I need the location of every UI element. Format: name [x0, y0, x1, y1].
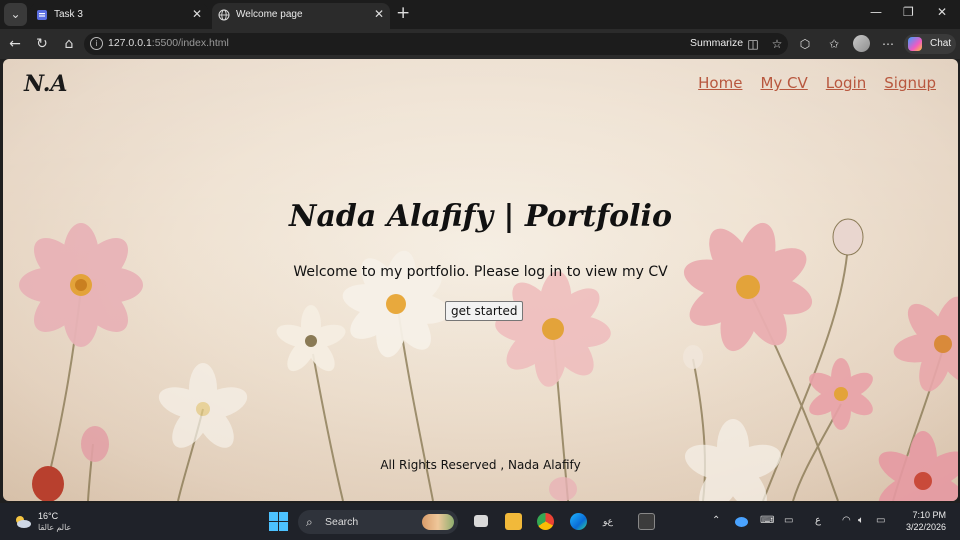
volume-icon[interactable]: 🔈︎: [858, 515, 864, 526]
chevron-down-icon: ⌄: [10, 7, 21, 21]
tab-label: Task 3: [54, 9, 83, 20]
copilot-icon: [908, 37, 922, 51]
wifi-icon[interactable]: ◠: [842, 515, 851, 526]
summarize-button[interactable]: Summarize: [690, 37, 743, 49]
chrome-icon[interactable]: [537, 513, 554, 530]
get-started-button[interactable]: get started: [445, 301, 524, 321]
clock-date: 3/22/2026: [905, 522, 946, 532]
new-tab-button[interactable]: +: [396, 4, 410, 22]
search-label: Search: [325, 516, 359, 528]
nav-link-login[interactable]: Login: [826, 74, 866, 92]
summarize-icon[interactable]: ◫: [745, 36, 761, 52]
document-icon: [37, 10, 47, 20]
tab-strip: ⌄ Task 3 ✕ Welcome page ✕ + — ❐ ✕: [0, 0, 960, 29]
home-icon[interactable]: ⌂: [60, 35, 78, 53]
nav-link-my-cv[interactable]: My CV: [760, 74, 807, 92]
app-cube-icon[interactable]: [638, 513, 655, 530]
weather-condition: عالم عالقا: [38, 523, 72, 532]
window-close-icon[interactable]: ✕: [937, 5, 947, 19]
more-options-icon[interactable]: ⋯: [880, 36, 896, 52]
close-icon[interactable]: ✕: [192, 7, 202, 21]
page-viewport: N.A Home My CV Login Signup Nada Alafify…: [3, 59, 958, 501]
address-bar[interactable]: i 127.0.0.1:5500/index.html: [84, 33, 788, 55]
globe-icon: [218, 9, 230, 21]
chat-label: Chat: [930, 38, 952, 49]
browser-toolbar: ← ↻ ⌂ i 127.0.0.1:5500/index.html Summar…: [0, 29, 960, 59]
start-button[interactable]: [269, 512, 288, 531]
welcome-text: Welcome to my portfolio. Please log in t…: [293, 264, 668, 280]
site-logo[interactable]: N.A: [24, 71, 67, 97]
cloudy-weather-icon: [16, 516, 31, 528]
search-icon: ⌕: [306, 515, 313, 529]
nav-link-home[interactable]: Home: [698, 74, 742, 92]
main-nav: Home My CV Login Signup: [698, 74, 936, 92]
tab-list-button[interactable]: ⌄: [4, 3, 27, 26]
battery-icon[interactable]: ▭: [876, 515, 885, 526]
cloud-sync-icon[interactable]: [735, 517, 748, 527]
url-text: 127.0.0.1:5500/index.html: [108, 37, 229, 49]
refresh-icon[interactable]: ↻: [33, 35, 51, 53]
display-icon[interactable]: ▭: [784, 515, 793, 526]
taskbar: 16°C عالم عالقا ⌕ Search ﻉﻮ ⌃ ⌨ ▭ ع ◠ 🔈︎…: [0, 503, 960, 540]
tab-label: Welcome page: [236, 9, 303, 20]
taskbar-search[interactable]: ⌕ Search: [298, 510, 458, 534]
footer-text: All Rights Reserved , Nada Alafify: [380, 458, 581, 472]
nav-link-signup[interactable]: Signup: [884, 74, 936, 92]
app-icon[interactable]: ﻉﻮ: [603, 513, 620, 530]
system-clock[interactable]: 7:10 PM 3/22/2026: [906, 510, 946, 532]
site-info-icon[interactable]: i: [90, 37, 103, 50]
weather-temperature: 16°C: [38, 511, 59, 521]
file-explorer-icon[interactable]: [505, 513, 522, 530]
clock-time: 7:10 PM: [912, 510, 946, 520]
flower-background-image: [19, 218, 958, 501]
show-hidden-icons[interactable]: ⌃: [712, 515, 720, 526]
page-title: Nada Alafify | Portfolio: [289, 199, 672, 234]
profile-avatar[interactable]: [853, 35, 870, 52]
edge-icon[interactable]: [570, 513, 587, 530]
close-icon[interactable]: ✕: [374, 7, 384, 21]
favorites-icon[interactable]: ✩: [826, 36, 842, 52]
tab-welcome-page[interactable]: Welcome page ✕: [212, 3, 390, 29]
keyboard-icon[interactable]: ⌨: [760, 515, 774, 526]
task-view-icon[interactable]: [474, 515, 488, 527]
minimize-icon[interactable]: —: [870, 5, 882, 19]
back-icon[interactable]: ←: [6, 35, 24, 53]
search-highlight-image: [422, 514, 454, 530]
tab-task-3[interactable]: Task 3 ✕: [30, 3, 208, 29]
extensions-icon[interactable]: ⬡: [797, 36, 813, 52]
favorite-star-icon[interactable]: ☆: [769, 36, 785, 52]
copilot-chat-button[interactable]: Chat: [904, 34, 956, 54]
restore-icon[interactable]: ❐: [903, 5, 914, 19]
language-indicator[interactable]: ع: [815, 515, 821, 526]
